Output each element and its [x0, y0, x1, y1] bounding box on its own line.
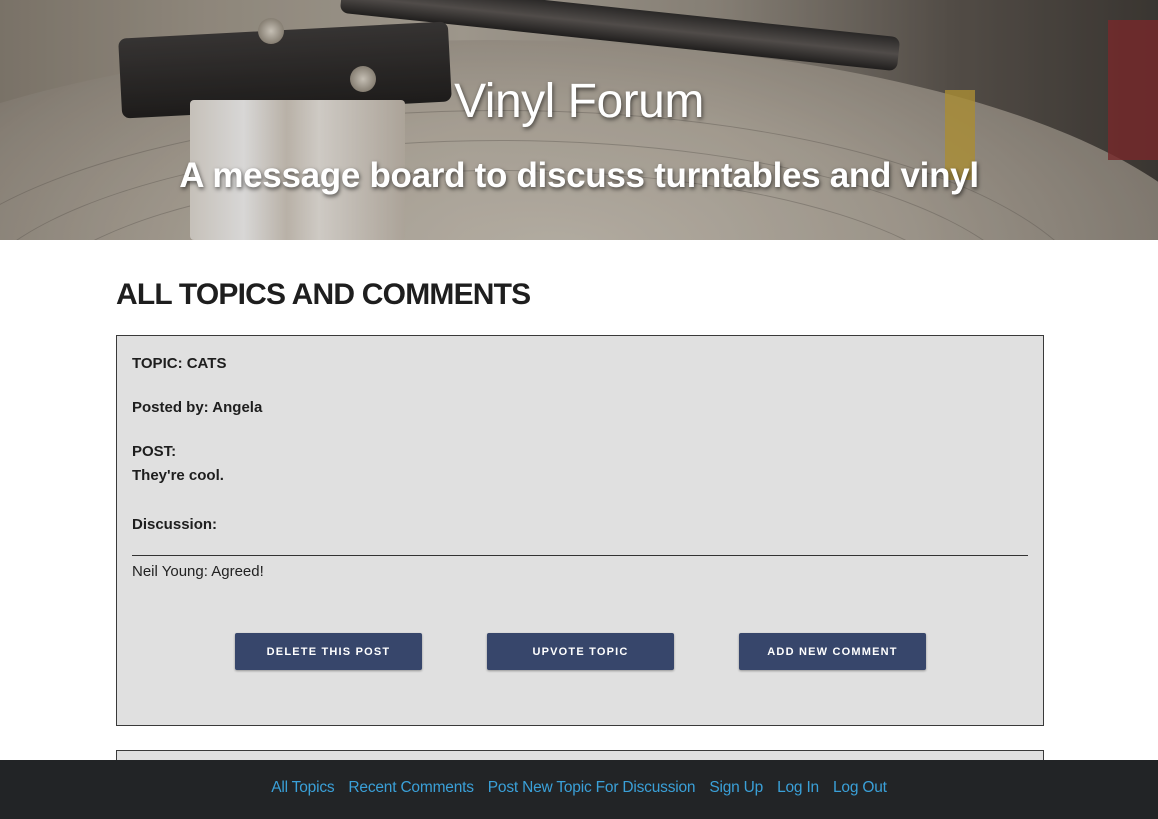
post-label: POST: [132, 443, 177, 460]
post-body: They're cool. [132, 467, 224, 484]
upvote-topic-button[interactable]: Upvote Topic [487, 633, 674, 670]
nav-link-all-topics[interactable]: All Topics [271, 779, 334, 797]
nav-link-log-in[interactable]: Log In [777, 779, 819, 797]
discussion-label: Discussion: [132, 516, 218, 533]
comment-item: Neil Young: Agreed! [132, 563, 264, 580]
nav-link-sign-up[interactable]: Sign Up [709, 779, 763, 797]
nav-link-log-out[interactable]: Log Out [833, 779, 887, 797]
site-subtitle: A message board to discuss turntables an… [179, 156, 979, 195]
page-title: ALL TOPICS AND COMMENTS [116, 278, 531, 311]
site-title: Vinyl Forum [454, 75, 704, 128]
topic-author: Posted by: Angela [132, 399, 263, 416]
nav-link-post-new-topic[interactable]: Post New Topic For Discussion [488, 779, 696, 797]
topic-title: TOPIC: CATS [132, 355, 227, 372]
discussion-divider [132, 555, 1028, 556]
nav-link-recent-comments[interactable]: Recent Comments [348, 779, 474, 797]
delete-post-button[interactable]: Delete This Post [235, 633, 422, 670]
footer-nav: All Topics Recent Comments Post New Topi… [0, 760, 1158, 819]
add-comment-button[interactable]: Add New Comment [739, 633, 926, 670]
topic-card: TOPIC: CATS Posted by: Angela POST: They… [116, 335, 1044, 726]
hero-banner: Vinyl Forum A message board to discuss t… [0, 0, 1158, 240]
